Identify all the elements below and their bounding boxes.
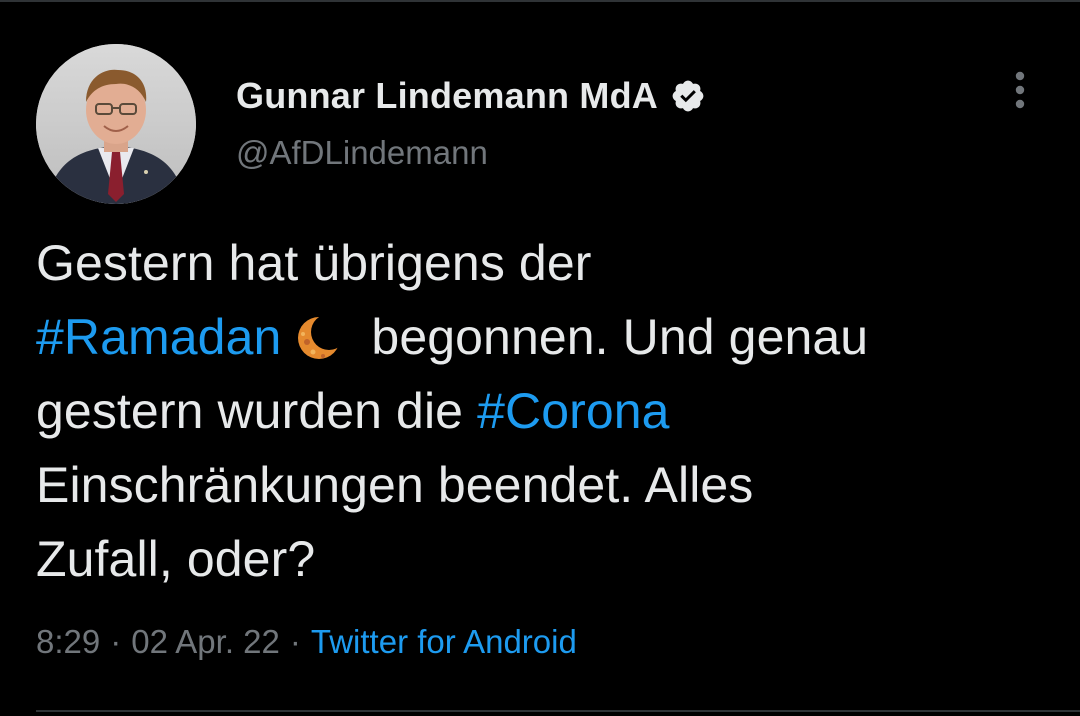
tweet-time[interactable]: 8:29 bbox=[36, 623, 100, 661]
tweet-text-line: Einschränkungen beendet. Alles bbox=[36, 457, 754, 513]
verified-badge-icon bbox=[670, 78, 706, 114]
meta-separator: · bbox=[110, 623, 122, 660]
tweet-source-link[interactable]: Twitter for Android bbox=[311, 623, 577, 661]
hashtag-ramadan-link[interactable]: #Ramadan bbox=[36, 309, 281, 365]
author-handle[interactable]: @AfDLindemann bbox=[236, 134, 488, 172]
author-name-row[interactable]: Gunnar Lindemann MdA bbox=[236, 72, 706, 120]
tweet-text-line: Zufall, oder? bbox=[36, 531, 316, 587]
tweet-text: Gestern hat übrigens der #Ramadan begonn… bbox=[36, 226, 1046, 596]
more-vertical-icon[interactable] bbox=[1004, 68, 1036, 116]
tweet-text-line: begonnen. Und genau bbox=[371, 309, 869, 365]
tweet-date[interactable]: 02 Apr. 22 bbox=[131, 623, 280, 661]
tweet-text-line: gestern wurden die bbox=[36, 383, 464, 439]
meta-separator: · bbox=[289, 623, 301, 660]
tweet-card: Gunnar Lindemann MdA @AfDLindemann Geste… bbox=[0, 0, 1080, 716]
avatar[interactable] bbox=[36, 44, 196, 204]
tweet-meta: 8:29 · 02 Apr. 22 · Twitter for Android bbox=[36, 618, 577, 666]
crescent-moon-emoji-icon bbox=[295, 308, 345, 359]
author-display-name[interactable]: Gunnar Lindemann MdA bbox=[236, 75, 658, 117]
bottom-divider bbox=[36, 710, 1080, 712]
hashtag-corona-link[interactable]: #Corona bbox=[477, 383, 670, 439]
profile-photo-icon bbox=[36, 44, 196, 204]
tweet-text-line: Gestern hat übrigens der bbox=[36, 235, 592, 291]
